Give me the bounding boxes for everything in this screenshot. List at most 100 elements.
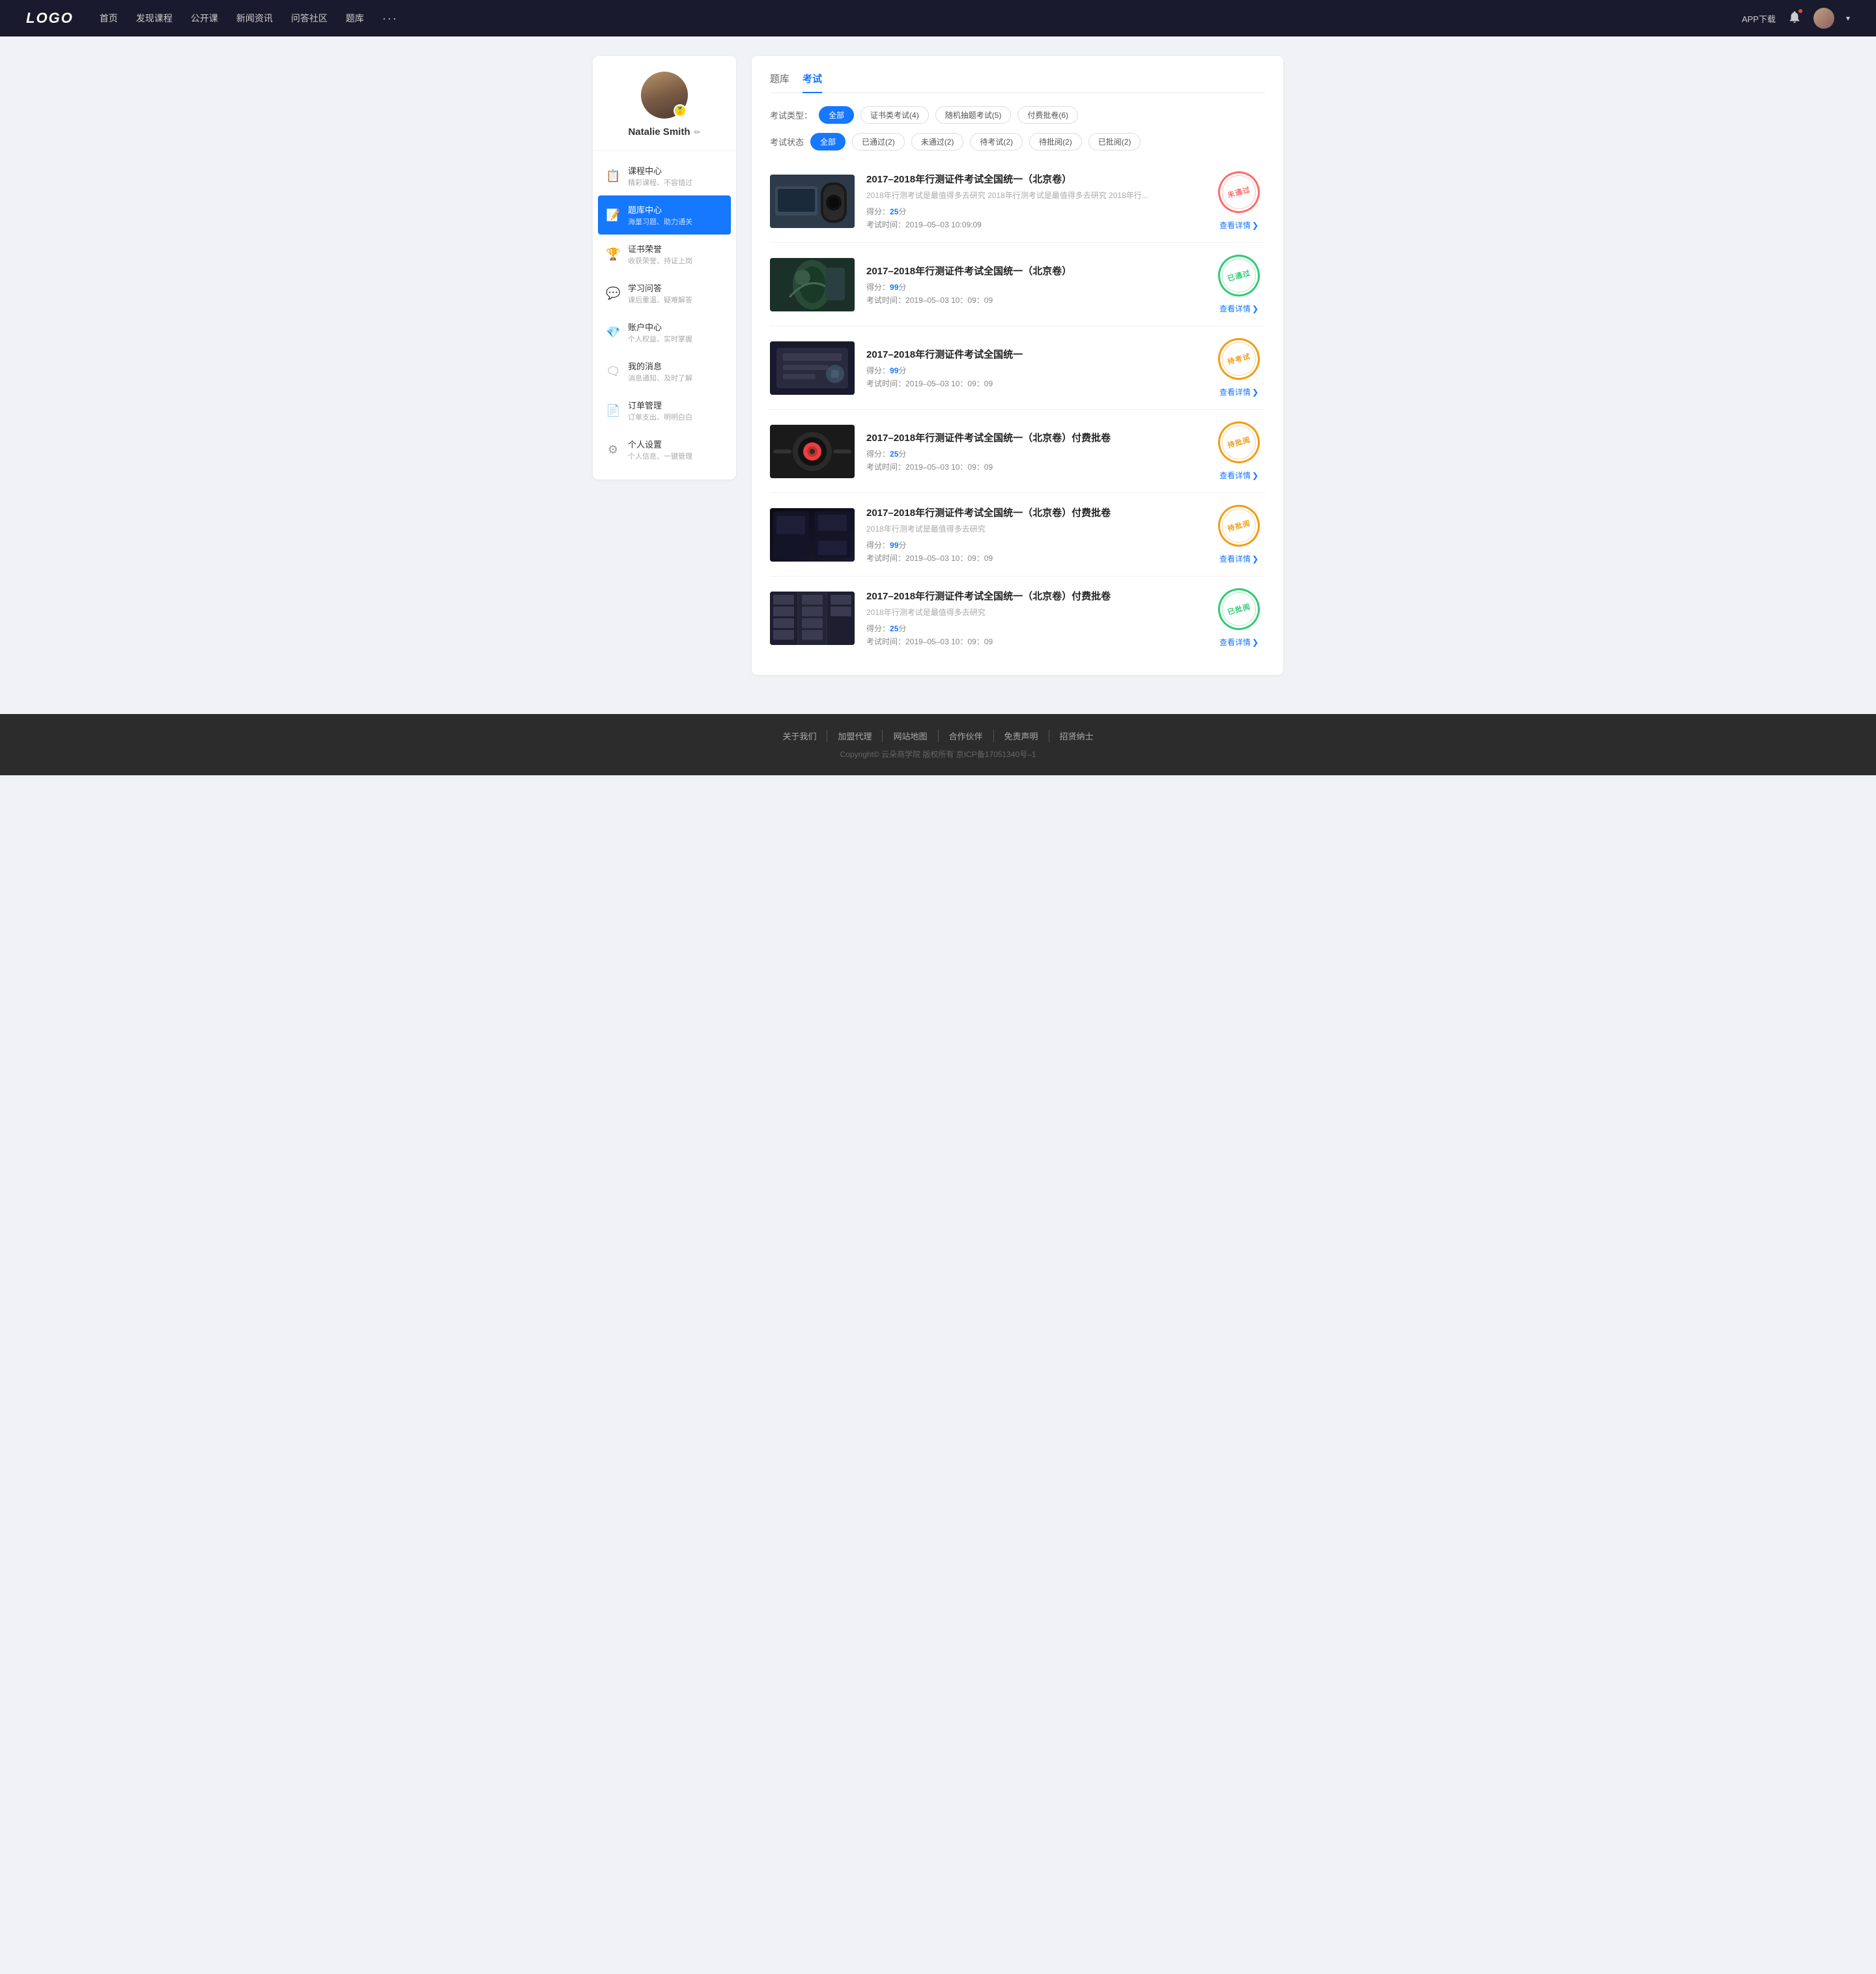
nav-qa[interactable]: 问答社区 — [291, 12, 328, 25]
sidebar-item-settings[interactable]: ⚙ 个人设置 个人信息、一键管理 — [593, 430, 736, 469]
footer: 关于我们 加盟代理 网站地图 合作伙伴 免责声明 招贤纳士 Copyright©… — [0, 714, 1876, 775]
footer-link-disclaimer[interactable]: 免责声明 — [994, 730, 1049, 742]
exam-thumb-5 — [770, 508, 855, 562]
exam-stamp-2: 已通过 — [1214, 250, 1264, 301]
exam-meta-4: 得分：25分 考试时间：2019–05–03 10：09：09 — [866, 448, 1201, 472]
score-suffix-2: 分 — [898, 283, 906, 292]
profile-avatar-wrap: 🏅 — [641, 72, 688, 119]
order-title: 订单管理 — [628, 399, 723, 411]
status-filter-all[interactable]: 全部 — [810, 133, 846, 150]
status-filter-row: 考试状态 全部 已通过(2) 未通过(2) 待考试(2) 待批阅(2) 已批阅(… — [770, 133, 1265, 150]
status-filter-pending[interactable]: 待考试(2) — [970, 133, 1023, 150]
sidebar-item-account[interactable]: 💎 账户中心 个人权益、实时掌握 — [593, 313, 736, 352]
footer-links: 关于我们 加盟代理 网站地图 合作伙伴 免责声明 招贤纳士 — [26, 730, 1850, 742]
exam-title-3: 2017–2018年行测证件考试全国统一 — [866, 347, 1201, 361]
exam-meta-3: 得分：99分 考试时间：2019–05–03 10：09：09 — [866, 365, 1201, 389]
exam-thumb-1 — [770, 175, 855, 228]
exam-score-row-5: 得分：99分 — [866, 539, 1201, 551]
exam-meta-5: 得分：99分 考试时间：2019–05–03 10：09：09 — [866, 539, 1201, 564]
type-filter-cert[interactable]: 证书类考试(4) — [860, 106, 929, 124]
exam-time-row-2: 考试时间：2019–05–03 10：09：09 — [866, 294, 1201, 306]
sidebar-item-bank[interactable]: 📝 题库中心 海量习题、助力通关 — [598, 195, 731, 235]
course-subtitle: 精彩课程、不容错过 — [628, 177, 723, 188]
score-suffix-1: 分 — [898, 207, 906, 216]
score-suffix-4: 分 — [898, 450, 906, 459]
nav-home[interactable]: 首页 — [100, 12, 118, 25]
score-label-4: 得分： — [866, 450, 890, 459]
time-label-3: 考试时间： — [866, 379, 905, 388]
user-avatar[interactable] — [1813, 8, 1834, 29]
course-text: 课程中心 精彩课程、不容错过 — [628, 164, 723, 188]
exam-view-btn-5[interactable]: 查看详情 ❯ — [1219, 553, 1258, 564]
profile-name-row: Natalie Smith ✏ — [628, 126, 700, 137]
type-filter-random[interactable]: 随机抽题考试(5) — [935, 106, 1012, 124]
cert-icon: 🏆 — [606, 248, 620, 261]
user-menu-chevron[interactable]: ▾ — [1846, 14, 1850, 23]
time-value-1: 2019–05–03 10:09:09 — [905, 220, 982, 229]
exam-view-btn-1[interactable]: 查看详情 ❯ — [1219, 220, 1258, 231]
order-text: 订单管理 订单支出、明明白白 — [628, 399, 723, 422]
footer-link-recruit[interactable]: 招贤纳士 — [1049, 730, 1104, 742]
status-filter-label: 考试状态 — [770, 136, 804, 148]
type-filter-paid[interactable]: 付费批卷(6) — [1017, 106, 1078, 124]
sidebar-item-course[interactable]: 📋 课程中心 精彩课程、不容错过 — [593, 156, 736, 195]
exam-stamp-1: 未通过 — [1214, 167, 1264, 218]
tab-bank[interactable]: 题库 — [770, 72, 789, 93]
footer-link-sitemap[interactable]: 网站地图 — [883, 730, 938, 742]
score-value-5: 99 — [890, 541, 898, 550]
nav-news[interactable]: 新闻资讯 — [236, 12, 273, 25]
sidebar-profile: 🏅 Natalie Smith ✏ — [593, 72, 736, 151]
time-label-5: 考试时间： — [866, 554, 905, 563]
exam-info-1: 2017–2018年行测证件考试全国统一（北京卷） 2018年行测考试是最值得多… — [866, 172, 1201, 230]
status-filter-failed[interactable]: 未通过(2) — [911, 133, 964, 150]
exam-info-5: 2017–2018年行测证件考试全国统一（北京卷）付费批卷 2018年行测考试是… — [866, 506, 1201, 564]
exam-title-4: 2017–2018年行测证件考试全国统一（北京卷）付费批卷 — [866, 431, 1201, 444]
exam-item-5: 2017–2018年行测证件考试全国统一（北京卷）付费批卷 2018年行测考试是… — [770, 493, 1265, 577]
settings-subtitle: 个人信息、一键管理 — [628, 451, 723, 461]
bank-title: 题库中心 — [628, 203, 723, 216]
exam-desc-5: 2018年行测考试是最值得多去研究 — [866, 523, 1201, 534]
nav-public[interactable]: 公开课 — [191, 12, 218, 25]
nav-bank[interactable]: 题库 — [346, 12, 364, 25]
time-value-4: 2019–05–03 10：09：09 — [905, 463, 993, 472]
time-label-4: 考试时间： — [866, 463, 905, 472]
exam-meta-6: 得分：25分 考试时间：2019–05–03 10：09：09 — [866, 623, 1201, 647]
cert-subtitle: 收获荣誉、持证上岗 — [628, 255, 723, 266]
score-label-1: 得分： — [866, 207, 890, 216]
exam-time-row-4: 考试时间：2019–05–03 10：09：09 — [866, 461, 1201, 472]
notification-bell[interactable] — [1787, 10, 1802, 27]
time-value-5: 2019–05–03 10：09：09 — [905, 554, 993, 563]
status-filter-passed[interactable]: 已通过(2) — [852, 133, 905, 150]
type-filter-all[interactable]: 全部 — [819, 106, 854, 124]
exam-info-3: 2017–2018年行测证件考试全国统一 得分：99分 考试时间：2019–05… — [866, 347, 1201, 389]
sidebar-item-message[interactable]: 🗨 我的消息 消息通知、及时了解 — [593, 352, 736, 391]
status-filter-review[interactable]: 待批阅(2) — [1029, 133, 1082, 150]
exam-info-6: 2017–2018年行测证件考试全国统一（北京卷）付费批卷 2018年行测考试是… — [866, 589, 1201, 647]
exam-view-btn-3[interactable]: 查看详情 ❯ — [1219, 386, 1258, 397]
exam-stamp-5: 待批阅 — [1214, 500, 1264, 551]
sidebar-item-order[interactable]: 📄 订单管理 订单支出、明明白白 — [593, 391, 736, 430]
nav-more[interactable]: ··· — [382, 12, 398, 25]
app-download-btn[interactable]: APP下载 — [1742, 12, 1776, 25]
cert-text: 证书荣誉 收获荣誉、持证上岗 — [628, 242, 723, 266]
nav-discover[interactable]: 发现课程 — [136, 12, 173, 25]
status-filter-reviewed[interactable]: 已批阅(2) — [1088, 133, 1141, 150]
score-value-2: 99 — [890, 283, 898, 292]
exam-view-btn-2[interactable]: 查看详情 ❯ — [1219, 303, 1258, 314]
time-label-2: 考试时间： — [866, 296, 905, 305]
footer-link-partner[interactable]: 合作伙伴 — [939, 730, 994, 742]
exam-meta-2: 得分：99分 考试时间：2019–05–03 10：09：09 — [866, 281, 1201, 306]
score-value-1: 25 — [890, 207, 898, 216]
exam-score-row-6: 得分：25分 — [866, 623, 1201, 634]
exam-thumb-4 — [770, 425, 855, 478]
exam-view-btn-6[interactable]: 查看详情 ❯ — [1219, 637, 1258, 648]
profile-edit-icon[interactable]: ✏ — [694, 128, 700, 137]
navbar-right: APP下载 ▾ — [1742, 8, 1850, 29]
footer-link-agency[interactable]: 加盟代理 — [827, 730, 883, 742]
sidebar-item-qa[interactable]: 💬 学习问答 课后重温、疑难解答 — [593, 274, 736, 313]
footer-link-about[interactable]: 关于我们 — [772, 730, 827, 742]
bank-subtitle: 海量习题、助力通关 — [628, 216, 723, 227]
exam-view-btn-4[interactable]: 查看详情 ❯ — [1219, 470, 1258, 481]
sidebar-item-cert[interactable]: 🏆 证书荣誉 收获荣誉、持证上岗 — [593, 235, 736, 274]
tab-exam[interactable]: 考试 — [803, 72, 822, 93]
